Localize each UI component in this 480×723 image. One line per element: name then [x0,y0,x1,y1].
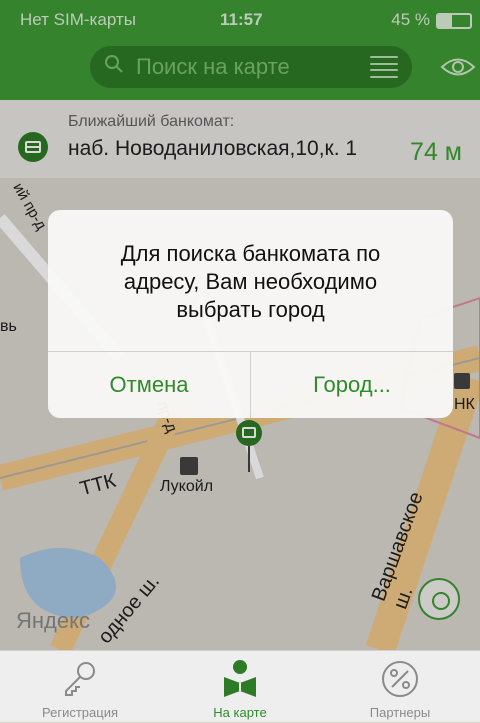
key-icon [60,659,100,699]
percent-icon [380,659,420,699]
tab-bar: Регистрация На карте Партнеры [0,650,480,722]
cancel-button[interactable]: Отмена [48,351,250,418]
dialog-message: Для поиска банкомата по адресу, Вам необ… [120,241,381,322]
select-city-dialog: Для поиска банкомата по адресу, Вам необ… [48,210,453,418]
tab-partners[interactable]: Партнеры [320,651,480,723]
tab-label: На карте [213,705,267,720]
tab-label: Регистрация [42,705,118,720]
select-city-button[interactable]: Город... [251,351,453,418]
tab-label: Партнеры [369,705,431,720]
map-reader-icon [220,659,260,699]
tab-on-map[interactable]: На карте [160,651,320,723]
tab-registration[interactable]: Регистрация [0,651,160,723]
